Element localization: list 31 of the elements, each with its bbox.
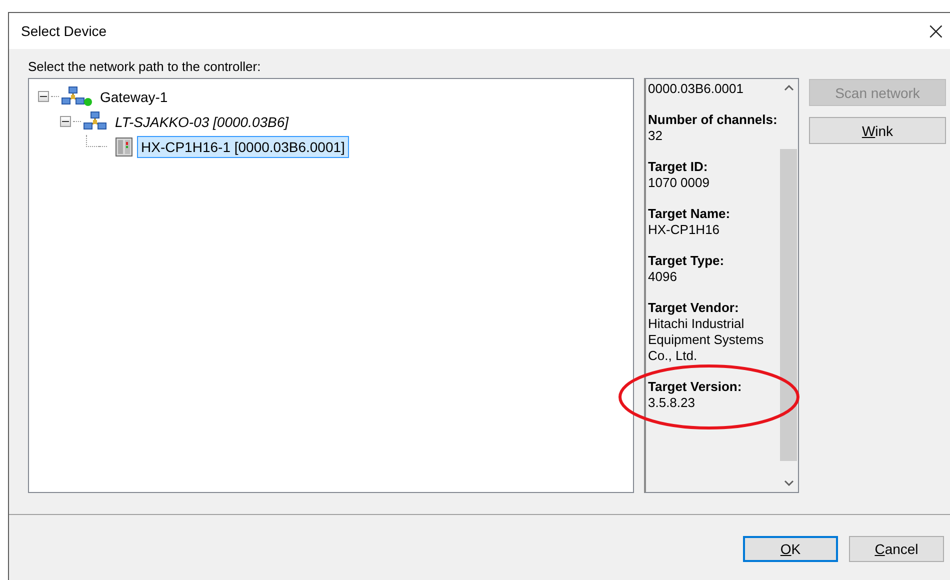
- info-value: 0000.03B6.0001: [648, 81, 744, 97]
- info-value: HX-CP1H16: [648, 222, 721, 238]
- info-label: Target ID:: [648, 159, 709, 175]
- info-label: Target Type:: [648, 253, 726, 269]
- tree-item[interactable]: LT-SJAKKO-03 [0000.03B6]: [111, 110, 293, 132]
- collapse-toggle[interactable]: [38, 91, 49, 102]
- collapse-toggle[interactable]: [60, 116, 71, 127]
- info-value: 4096: [648, 269, 678, 285]
- close-button[interactable]: ×: [926, 19, 950, 43]
- scroll-down-icon[interactable]: [784, 480, 794, 486]
- info-label: Number of channels:: [648, 112, 778, 128]
- tree-item[interactable]: HX-CP1H16-1 [0000.03B6.0001]: [137, 136, 349, 158]
- info-label: Target Name:: [648, 206, 732, 222]
- info-label: Target Version:: [648, 379, 743, 395]
- instruction-label: Select the network path to the controller:: [28, 59, 262, 74]
- network-icon: [61, 86, 85, 108]
- ok-button[interactable]: OK: [743, 536, 838, 562]
- info-value: 32: [648, 128, 664, 144]
- info-value: 1070 0009: [648, 175, 710, 191]
- window-title: Select Device: [21, 23, 107, 39]
- info-value: 3.5.8.23: [648, 395, 696, 411]
- scroll-up-icon[interactable]: [784, 85, 794, 91]
- minus-icon: [62, 118, 69, 125]
- controller-icon: [115, 136, 133, 156]
- tree-item[interactable]: Gateway-1: [96, 86, 172, 108]
- cancel-button[interactable]: Cancel: [849, 536, 944, 562]
- info-label: Target Vendor:: [648, 300, 740, 316]
- network-icon: [83, 110, 107, 132]
- minus-icon: [40, 93, 47, 100]
- info-value: Hitachi Industrial Equipment Systems Co., Ltd.: [648, 316, 765, 364]
- action-button[interactable]: Wink: [809, 117, 946, 144]
